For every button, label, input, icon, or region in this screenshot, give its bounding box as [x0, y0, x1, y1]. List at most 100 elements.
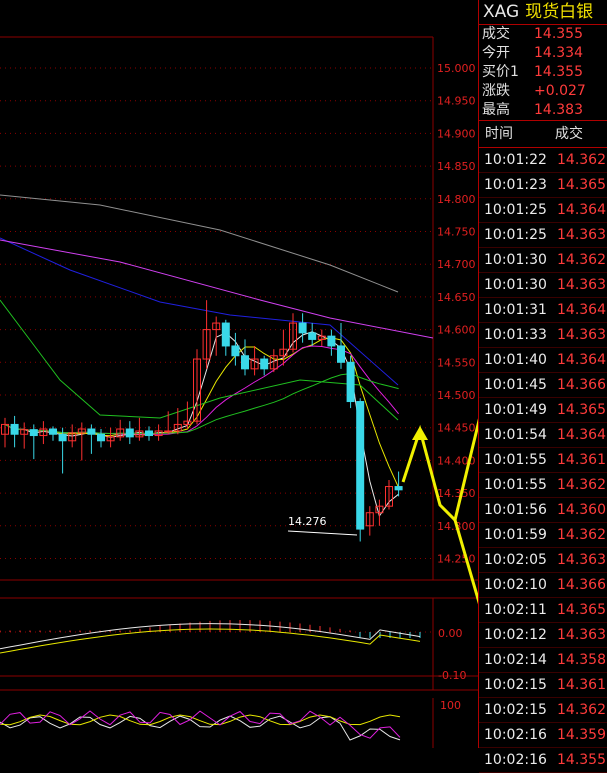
tick-row[interactable]: 10:02:12 14.363 — [479, 623, 607, 648]
tick-row[interactable]: 10:02:11 14.365 — [479, 598, 607, 623]
tick-time: 10:01:59 — [484, 527, 547, 543]
tick-price: 14.362 — [557, 152, 606, 168]
tick-row[interactable]: 10:02:10 14.366 — [479, 573, 607, 598]
oscillator-panel — [0, 710, 401, 741]
ticks-header-time: 时间 — [485, 126, 513, 142]
candle-body — [356, 401, 365, 530]
price-chart[interactable]: 15.000 14.950 14.900 14.850 14.800 14.750 14.7… — [0, 0, 478, 748]
tick-list[interactable]: 10:01:22 14.362 10:01:23 14.365 10:01:25 14.3… — [479, 148, 607, 773]
price-tick-label: 14.800 — [437, 193, 476, 206]
tick-time: 10:02:12 — [484, 627, 547, 643]
tick-row[interactable]: 10:01:25 14.363 — [479, 223, 607, 248]
macd-signal-line — [0, 628, 421, 654]
osc-line-j — [0, 710, 401, 739]
tick-price: 14.363 — [557, 227, 606, 243]
quote-row: 今开 14.334 — [479, 44, 607, 63]
quote-rows: 成交 14.355 今开 14.334 买价1 14.355 涨跌 +0.027 最高 14.38… — [479, 25, 607, 120]
price-tick-label: 14.450 — [437, 422, 476, 435]
tick-row[interactable]: 10:01:54 14.364 — [479, 423, 607, 448]
candlesticks — [1, 300, 403, 542]
tick-row[interactable]: 10:02:15 14.362 — [479, 698, 607, 723]
tick-price: 14.366 — [557, 377, 606, 393]
candle-body — [29, 429, 38, 437]
tick-time: 10:02:15 — [484, 702, 547, 718]
chart-grid — [0, 36, 478, 748]
tick-row[interactable]: 10:01:40 14.364 — [479, 348, 607, 373]
tick-price: 14.362 — [557, 702, 606, 718]
ticks-header: 时间 成交 — [479, 120, 607, 148]
tick-price: 14.365 — [557, 402, 606, 418]
tick-price: 14.363 — [557, 277, 606, 293]
ma-line-gray — [0, 194, 399, 293]
price-tick-label: 14.650 — [437, 291, 476, 304]
price-tick-label: 14.750 — [437, 226, 476, 239]
price-tick-label: 14.950 — [437, 95, 476, 108]
ma-line-blue — [0, 237, 399, 386]
tick-row[interactable]: 10:01:45 14.366 — [479, 373, 607, 398]
macd-panel — [0, 620, 421, 654]
candle-body — [97, 433, 105, 442]
tick-row[interactable]: 10:02:15 14.361 — [479, 673, 607, 698]
tick-price: 14.363 — [557, 627, 606, 643]
tick-time: 10:01:49 — [484, 402, 547, 418]
tick-row[interactable]: 10:01:33 14.363 — [479, 323, 607, 348]
quote-row: 最高 14.383 — [479, 101, 607, 120]
tick-row[interactable]: 10:02:16 14.355 — [479, 748, 607, 773]
price-tick-label: 14.600 — [437, 324, 476, 337]
tick-price: 14.362 — [557, 527, 606, 543]
tick-row[interactable]: 10:01:55 14.362 — [479, 473, 607, 498]
tick-row[interactable]: 10:01:30 14.362 — [479, 248, 607, 273]
macd-low-label: -0.10 — [438, 669, 466, 682]
tick-price: 14.365 — [557, 602, 606, 618]
symbol-header: XAG 现货白银 — [479, 0, 607, 25]
tick-price: 14.358 — [557, 652, 606, 668]
tick-time: 10:01:25 — [484, 202, 547, 218]
tick-time: 10:02:15 — [484, 677, 547, 693]
tick-time: 10:01:30 — [484, 252, 547, 268]
tick-price: 14.364 — [557, 202, 606, 218]
tick-row[interactable]: 10:02:05 14.363 — [479, 548, 607, 573]
tick-row[interactable]: 10:01:22 14.362 — [479, 148, 607, 173]
tick-row[interactable]: 10:01:55 14.361 — [479, 448, 607, 473]
tick-row[interactable]: 10:02:16 14.359 — [479, 723, 607, 748]
low-label-leader — [287, 530, 358, 536]
tick-row[interactable]: 10:01:25 14.364 — [479, 198, 607, 223]
tick-price: 14.366 — [557, 577, 606, 593]
tick-time: 10:02:14 — [484, 652, 547, 668]
candle-body — [221, 322, 230, 347]
quote-label: 买价1 — [482, 64, 519, 80]
candle-body — [346, 361, 355, 403]
candle-body — [298, 322, 307, 334]
tick-row[interactable]: 10:01:59 14.362 — [479, 523, 607, 548]
candle-body — [394, 486, 403, 491]
tick-time: 10:01:31 — [484, 302, 547, 318]
candle-body — [125, 428, 134, 438]
tick-row[interactable]: 10:01:31 14.364 — [479, 298, 607, 323]
tick-price: 14.364 — [557, 302, 606, 318]
tick-row[interactable]: 10:02:14 14.358 — [479, 648, 607, 673]
tick-time: 10:01:40 — [484, 352, 547, 368]
candle-body — [337, 345, 345, 363]
tick-row[interactable]: 10:01:49 14.365 — [479, 398, 607, 423]
tick-row[interactable]: 10:01:30 14.363 — [479, 273, 607, 298]
tick-price: 14.364 — [557, 352, 606, 368]
tick-time: 10:01:56 — [484, 502, 547, 518]
tick-row[interactable]: 10:01:23 14.365 — [479, 173, 607, 198]
quote-label: 今开 — [482, 45, 510, 61]
quote-value: 14.383 — [534, 102, 583, 118]
quote-row: 买价1 14.355 — [479, 63, 607, 82]
osc-line-k — [0, 715, 401, 741]
quote-value: +0.027 — [534, 83, 586, 99]
candle-body — [308, 332, 317, 340]
price-tick-label: 14.900 — [437, 127, 476, 140]
price-tick-label: 14.550 — [437, 356, 476, 369]
quote-value: 14.355 — [534, 26, 583, 42]
quote-row: 涨跌 +0.027 — [479, 82, 607, 101]
tick-price: 14.362 — [557, 252, 606, 268]
low-price-label: 14.276 — [288, 515, 327, 528]
candle-body — [241, 355, 249, 370]
tick-price: 14.364 — [557, 427, 606, 443]
quote-label: 最高 — [482, 102, 510, 118]
tick-row[interactable]: 10:01:56 14.360 — [479, 498, 607, 523]
quote-panel: XAG 现货白银 成交 14.355 今开 14.334 买价1 14.355 涨跌 +0.02… — [478, 0, 607, 773]
